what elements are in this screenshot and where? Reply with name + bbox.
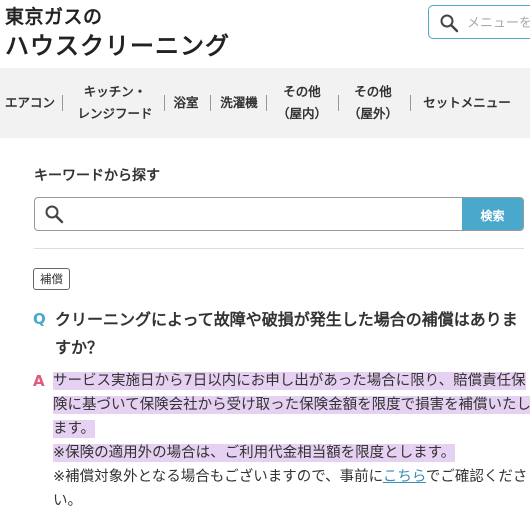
nav-item-set-menu[interactable]: セットメニュー [418, 68, 516, 138]
nav-item-kitchen[interactable]: キッチン・ レンジフード [70, 68, 160, 138]
category-nav: エアコン キッチン・ レンジフード 浴室 洗濯機 その他 （屋内） その他 （屋… [0, 68, 530, 138]
menu-search-box[interactable] [428, 5, 530, 39]
nav-item-label: レンジフード [77, 106, 153, 121]
brand-logo-line2[interactable]: ハウスクリーニング [5, 26, 230, 61]
nav-item-label: 浴室 [173, 95, 199, 110]
main-content: キーワードから探す 検索 補償 Q クリーニングによって故障や破損が発生した場合… [15, 138, 530, 532]
answer-highlight-note: ※保険の適用外の場合は、ご利用代金相当額を限度とします。 [53, 444, 456, 462]
nav-divider [338, 95, 339, 111]
nav-item-label: 洗濯機 [220, 95, 258, 110]
search-icon [440, 14, 459, 33]
nav-item-label: （屋外） [347, 106, 398, 121]
nav-item-bathroom[interactable]: 浴室 [168, 68, 204, 138]
nav-divider [210, 95, 211, 111]
nav-item-label: エアコン [4, 95, 55, 110]
nav-item-other-indoor[interactable]: その他 （屋内） [272, 68, 332, 138]
menu-search-input[interactable] [467, 12, 530, 34]
nav-item-label: キッチン・ [83, 84, 147, 99]
nav-item-label: （屋内） [276, 106, 327, 121]
nav-item-aircon[interactable]: エアコン [0, 68, 60, 138]
nav-item-label: セットメニュー [423, 95, 511, 110]
section-divider [34, 248, 524, 249]
nav-item-other-outdoor[interactable]: その他 （屋外） [342, 68, 404, 138]
question-text: クリーニングによって故障や破損が発生した場合の補償はありますか？ [55, 310, 518, 357]
search-button[interactable]: 検索 [462, 198, 523, 230]
site-header: 東京ガスの ハウスクリーニング [0, 0, 530, 68]
nav-divider [266, 95, 267, 111]
nav-divider [62, 95, 63, 111]
answer-mark-label: A [33, 372, 45, 390]
answer-highlight-main: サービス実施日から7日以内にお申し出があった場合に限り、賠償責任保険に基づいて保… [53, 372, 530, 438]
details-link[interactable]: こちら [383, 469, 426, 485]
nav-item-washing-machine[interactable]: 洗濯機 [216, 68, 262, 138]
nav-item-label: その他 [283, 84, 321, 99]
search-icon [45, 205, 64, 224]
answer-text: サービス実施日から7日以内にお申し出があった場合に限り、賠償責任保険に基づいて保… [53, 369, 530, 513]
nav-divider [164, 95, 165, 111]
nav-divider [410, 95, 411, 111]
keyword-search-box[interactable]: 検索 [34, 197, 524, 231]
keyword-search-input[interactable] [73, 203, 453, 227]
question-mark-label: Q [33, 310, 46, 328]
answer-note-before: ※補償対象外となる場合もございますので、事前に [53, 469, 383, 485]
brand-logo-line1[interactable]: 東京ガスの [5, 2, 103, 29]
keyword-search-title: キーワードから探す [34, 168, 160, 184]
nav-item-label: その他 [354, 84, 392, 99]
category-tag[interactable]: 補償 [33, 268, 70, 290]
